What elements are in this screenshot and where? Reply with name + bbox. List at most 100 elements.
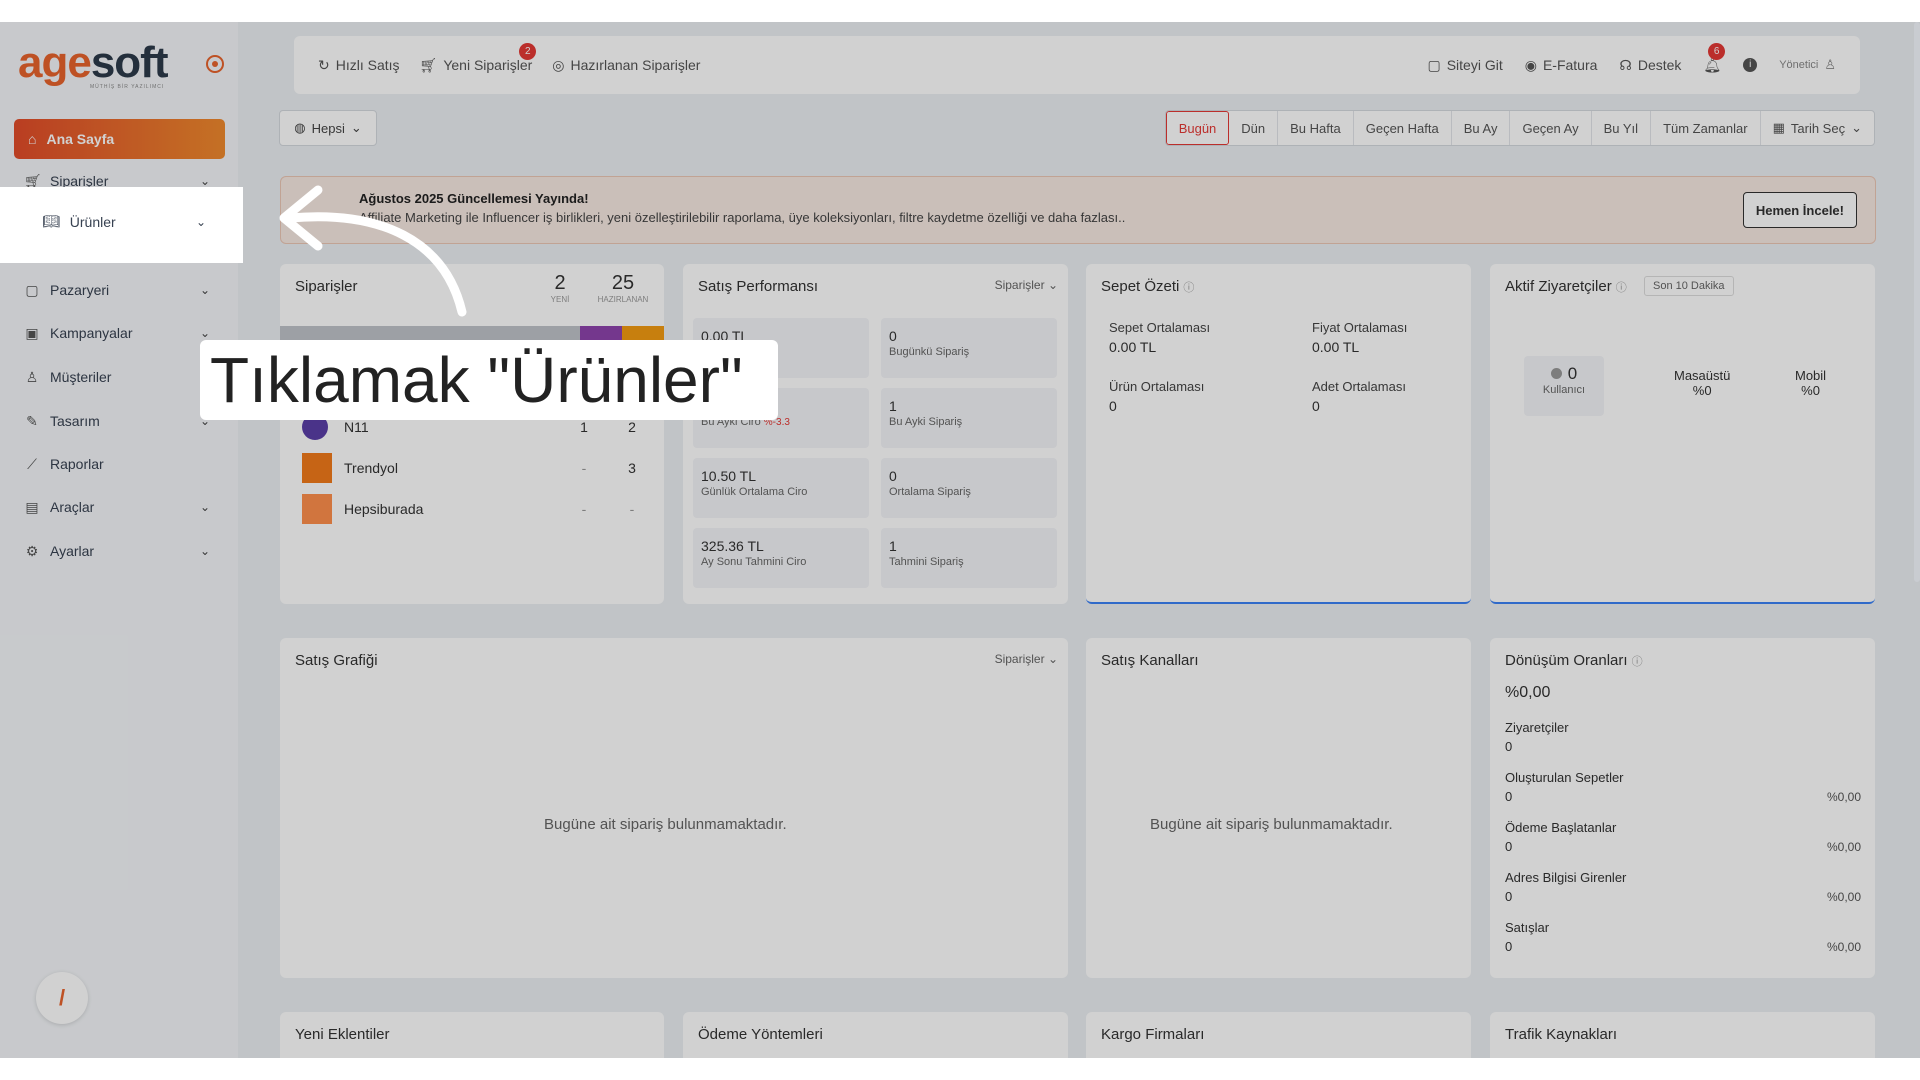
visitor-count-label: Kullanıcı: [1542, 384, 1586, 396]
sidebar-item-campaigns[interactable]: ▣ Kampanyalar ⌄: [24, 318, 210, 348]
user-icon: ♙: [25, 368, 39, 385]
stat-avg-orders: 0 Ortalama Sipariş: [881, 458, 1057, 518]
sidebar-item-label: Müşteriler: [50, 369, 112, 385]
conversion-card: Dönüşüm Oranları ⓘ %0,00 Ziyaretçiler 0 Ol…: [1490, 638, 1875, 978]
support-link[interactable]: ☊ Destek: [1619, 57, 1681, 74]
stat-today-orders: 0 Bugünkü Sipariş: [881, 318, 1057, 378]
list-item: Satışlar 0 %0,00: [1505, 920, 1861, 970]
stat-label: Bugünkü Sipariş: [889, 346, 970, 358]
info-icon: i: [1743, 58, 1758, 72]
sales-chart-dropdown[interactable]: Siparişler ⌄: [995, 652, 1058, 666]
row-percent: %0,00: [1826, 840, 1861, 854]
chart-icon: ⟋: [27, 455, 37, 472]
basket-avg: Sepet Ortalaması 0.00 TL: [1109, 320, 1210, 355]
logo-main: age: [18, 38, 92, 87]
sidebar-item-home[interactable]: ⌂ Ana Sayfa: [14, 119, 225, 159]
sidebar-item-label: Tasarım: [50, 413, 100, 429]
trendyol-logo-icon: [302, 453, 332, 483]
logo: agesoft MÜTHİŞ BİR YAZILIMCI: [18, 38, 168, 90]
app-screen: agesoft MÜTHİŞ BİR YAZILIMCI ⌂ Ana Sayfa …: [0, 22, 1920, 1058]
einvoice-link[interactable]: ◉ E-Fatura: [1525, 57, 1598, 74]
sidebar-item-tools[interactable]: ▤ Araçlar ⌄: [24, 492, 210, 522]
quick-sale-link[interactable]: ↻ Hızlı Satış: [318, 57, 400, 74]
range-last-week[interactable]: Geçen Hafta: [1354, 111, 1452, 145]
banner-button[interactable]: Hemen İncele!: [1742, 192, 1857, 228]
gift-icon: ▣: [25, 324, 39, 341]
date-picker[interactable]: ▦ Tarih Seç ⌄: [1761, 111, 1874, 145]
kv-value: 0.00 TL: [1109, 339, 1157, 355]
row-label: Satışlar: [1505, 920, 1550, 935]
new-orders-link[interactable]: 🛒︎ Yeni Siparişler 2: [420, 42, 537, 74]
sidebar-item-marketplace[interactable]: ▢ Pazaryeri ⌄: [24, 275, 210, 305]
go-site-link[interactable]: ▢ Siteyi Git: [1427, 57, 1502, 74]
dropdown-label: Siparişler: [994, 652, 1045, 666]
range-this-week[interactable]: Bu Hafta: [1278, 111, 1354, 145]
kv-value: 0: [1109, 398, 1117, 414]
channel-name: Hepsiburada: [344, 501, 424, 517]
refresh-icon: ↻: [318, 56, 330, 73]
list-item: Adres Bilgisi Girenler 0 %0,00: [1505, 870, 1861, 920]
row-percent: %0,00: [1826, 790, 1861, 804]
stat-label: Ay Sonu Tahmini Ciro: [701, 556, 807, 568]
row-value: 0: [1505, 889, 1513, 904]
channel-name: Trendyol: [344, 460, 398, 476]
scope-label: Hepsi: [311, 120, 345, 136]
calendar-icon: ▦: [1772, 120, 1785, 135]
range-this-year[interactable]: Bu Yıl: [1592, 111, 1652, 145]
user-icon: ♙: [1824, 57, 1836, 72]
new-count-value: 2: [554, 272, 566, 294]
card-title: Sepet Özeti ⓘ: [1101, 278, 1194, 295]
range-all-time[interactable]: Tüm Zamanlar: [1651, 111, 1761, 145]
sidebar-item-customers[interactable]: ♙Müşteriler⌄: [24, 362, 210, 392]
sidebar-item-label: Araçlar: [50, 499, 95, 515]
update-banner: Ağustos 2025 Güncellemesi Yayında! Affil…: [280, 176, 1876, 244]
table-row[interactable]: Trendyol - 3: [302, 453, 652, 483]
prepared-count-value: 25: [611, 272, 635, 294]
stat-value: 1: [889, 538, 897, 554]
row-value: 0: [1505, 789, 1513, 804]
stat-label: Günlük Ortalama Ciro: [701, 486, 808, 498]
range-this-month[interactable]: Bu Ay: [1452, 111, 1511, 145]
scope-select[interactable]: ◍ Hepsi ⌄: [279, 110, 377, 146]
stat-value: 1: [889, 398, 897, 414]
page-scrollbar[interactable]: [1914, 22, 1920, 582]
range-last-month[interactable]: Geçen Ay: [1510, 111, 1592, 145]
new-count: 2 YENİ: [545, 272, 575, 304]
channel-prepared: 3: [628, 460, 636, 476]
chevron-down-icon: ⌄: [350, 120, 362, 135]
sidebar-item-products[interactable]: 📖︎ Ürünler ⌄: [42, 213, 206, 230]
table-row[interactable]: Hepsiburada - -: [302, 494, 652, 524]
notifications-button[interactable]: 🔔︎ 6: [1703, 42, 1726, 74]
kv-key: Adet Ortalaması: [1312, 379, 1406, 394]
sidebar: agesoft MÜTHİŞ BİR YAZILIMCI ⌂ Ana Sayfa …: [0, 22, 238, 1058]
stat-forecast-revenue: 325.36 TL Ay Sonu Tahmini Ciro: [693, 528, 869, 588]
performance-dropdown[interactable]: Siparişler ⌄: [995, 278, 1058, 292]
sidebar-item-design[interactable]: ✎ Tasarım ⌄: [24, 406, 210, 436]
sidebar-item-reports[interactable]: ⟋ Raporlar: [24, 449, 210, 479]
kv-value: 0.00 TL: [1312, 339, 1360, 355]
box-icon: ◎: [552, 56, 565, 73]
sidebar-item-label: Ayarlar: [50, 543, 95, 559]
new-plugins-card: Yeni Eklentiler: [280, 1012, 664, 1058]
topbar: ↻ Hızlı Satış 🛒︎ Yeni Siparişler 2 ◎ Hazırla…: [294, 36, 1860, 94]
info-button[interactable]: i: [1743, 58, 1758, 72]
invoice-icon: ◉: [1524, 56, 1537, 73]
sidebar-item-settings[interactable]: ⚙ Ayarlar ⌄: [24, 536, 210, 566]
target-icon[interactable]: [206, 55, 224, 73]
slash-icon: /: [58, 985, 66, 1010]
prepared-orders-link[interactable]: ◎ Hazırlanan Siparişler: [552, 57, 700, 74]
chevron-down-icon: ⌄: [199, 544, 210, 558]
time-window-tag[interactable]: Son 10 Dakika: [1644, 276, 1734, 296]
sidebar-item-label: Raporlar: [50, 456, 104, 472]
headset-icon: ☊: [1619, 56, 1632, 73]
range-today[interactable]: Bugün: [1165, 111, 1230, 145]
visitors-card: Aktif Ziyaretçiler ⓘ Son 10 Dakika 0 Kulla…: [1490, 264, 1875, 604]
prepared-orders-label: Hazırlanan Siparişler: [570, 57, 701, 73]
assistant-button[interactable]: /: [36, 972, 88, 1024]
sidebar-item-label: Kampanyalar: [50, 325, 133, 341]
desktop-share: Masaüstü %0: [1674, 368, 1730, 398]
product-avg: Ürün Ortalaması 0: [1109, 379, 1204, 414]
card-title: Aktif Ziyaretçiler ⓘ: [1505, 278, 1627, 295]
range-yesterday[interactable]: Dün: [1229, 111, 1279, 145]
user-menu[interactable]: Yönetici ♙: [1779, 57, 1836, 73]
